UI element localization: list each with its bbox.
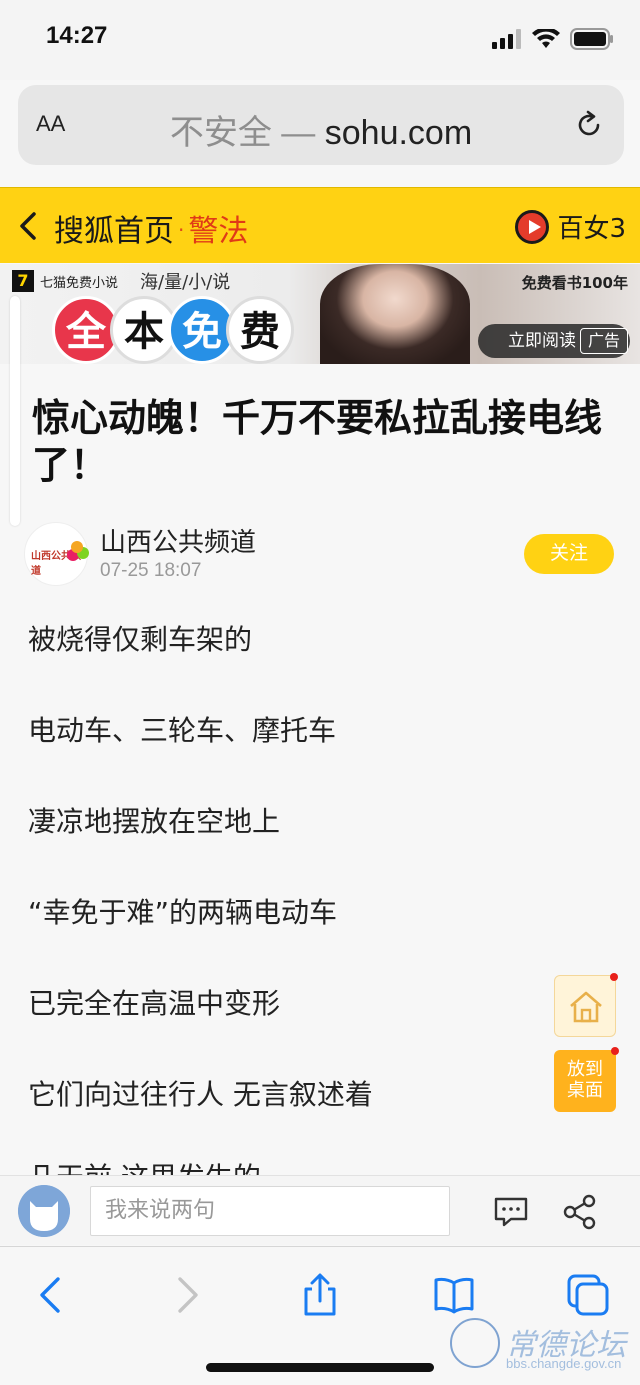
ad-brand-logo: 7: [12, 270, 34, 292]
ad-free-text: 免费看书100年: [521, 274, 628, 292]
ad-char: 费: [226, 296, 294, 364]
notification-dot: [611, 1047, 619, 1055]
home-label: 搜狐首页: [54, 214, 174, 249]
paragraph: “幸免于难”的两辆电动车: [28, 896, 338, 929]
default-avatar-icon: [18, 1185, 70, 1237]
float-home-button[interactable]: [554, 973, 618, 1037]
paragraph: 电动车、三轮车、摩托车: [28, 714, 337, 747]
publish-time: 07-25 18:07: [100, 560, 202, 581]
sohu-home-link[interactable]: 搜狐首页 · 警法: [54, 206, 248, 250]
forward-arrow-icon[interactable]: [164, 1273, 208, 1317]
desktop-label-2: 桌面: [567, 1080, 603, 1101]
desktop-label-1: 放到: [567, 1059, 603, 1080]
comment-input[interactable]: 我来说两句: [90, 1186, 450, 1236]
play-icon: [515, 209, 550, 244]
status-bar: 14:27: [0, 0, 640, 80]
address-bar[interactable]: AA 不安全 — sohu.com: [18, 85, 624, 165]
status-icons: [492, 28, 614, 50]
comment-bar: 我来说两句: [0, 1175, 640, 1245]
insecure-label: 不安全: [169, 114, 272, 152]
article-title: 惊心动魄！千万不要私拉乱接电线了！: [32, 396, 603, 487]
back-arrow-icon[interactable]: [30, 1273, 74, 1317]
ad-photo: [320, 264, 470, 364]
share-icon[interactable]: [562, 1194, 598, 1230]
sohu-header: 搜狐首页 · 警法 百女3: [0, 187, 640, 263]
ad-brand-name: 七猫免费小说: [40, 276, 119, 291]
author-avatar[interactable]: 山西公共频道: [24, 522, 88, 586]
paragraph: 它们向过往行人 无言叙述着: [28, 1078, 373, 1111]
status-time: 14:27: [46, 22, 108, 49]
ad-slogan: 海/量/小/说: [140, 272, 231, 293]
comment-icon[interactable]: [493, 1196, 529, 1228]
author-name[interactable]: 山西公共频道: [100, 522, 256, 559]
paragraph: 凄凉地摆放在空地上: [28, 805, 281, 838]
watermark-seal-icon: [450, 1318, 500, 1368]
notification-dot: [610, 973, 618, 981]
article-body: 被烧得仅剩车架的 电动车、三轮车、摩托车 凄凉地摆放在空地上 “幸免于难”的两辆…: [28, 620, 588, 1166]
home-icon: [570, 991, 602, 1023]
user-avatar[interactable]: [18, 1185, 70, 1237]
ad-banner[interactable]: 7 七猫免费小说 海/量/小/说 全 本 免 费 免费看书100年 立即阅读 广…: [0, 264, 640, 364]
ad-tag: 广告: [580, 328, 628, 354]
nav-dot: ·: [178, 218, 185, 242]
url-display[interactable]: 不安全 — sohu.com: [18, 105, 624, 154]
paragraph: 已完全在高温中变形: [28, 987, 281, 1020]
reload-icon[interactable]: [574, 110, 604, 140]
author-row: 山西公共频道 山西公共频道 07-25 18:07 关注: [24, 522, 624, 586]
forum-watermark: 常德论坛 bbs.changde.gov.cn: [450, 1318, 632, 1378]
back-icon[interactable]: [14, 210, 42, 242]
cellular-signal-icon: [492, 29, 521, 49]
battery-icon: [570, 28, 613, 50]
follow-button[interactable]: 关注: [524, 534, 614, 574]
tabs-icon[interactable]: [566, 1273, 610, 1317]
section-label: 警法: [188, 214, 249, 249]
scroll-indicator[interactable]: [10, 296, 20, 526]
add-to-desktop-button[interactable]: 放到 桌面: [554, 1047, 619, 1112]
wifi-icon: [532, 29, 560, 48]
url-domain: sohu.com: [324, 114, 473, 152]
bookmarks-icon[interactable]: [432, 1273, 476, 1317]
share-sheet-icon[interactable]: [298, 1273, 342, 1317]
author-logo-dots: [71, 541, 83, 553]
nav-right-promo[interactable]: 百女3: [515, 208, 626, 245]
paragraph: 被烧得仅剩车架的: [28, 623, 253, 656]
nav-right-label: 百女3: [557, 214, 626, 244]
url-separator: —: [281, 114, 316, 152]
watermark-url: bbs.changde.gov.cn: [506, 1356, 622, 1371]
ad-headline: 全 本 免 费: [52, 296, 294, 364]
home-indicator[interactable]: [206, 1363, 434, 1372]
